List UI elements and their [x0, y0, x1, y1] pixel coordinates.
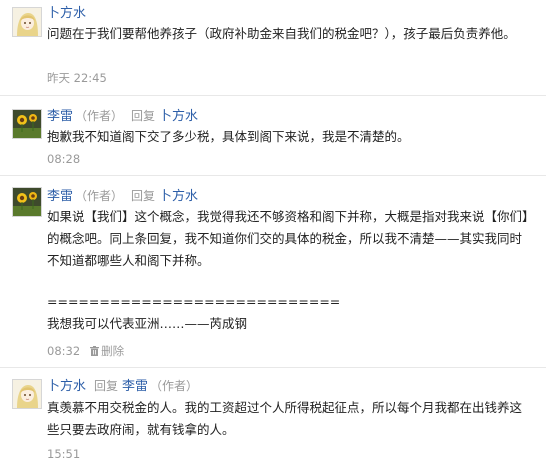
author-name[interactable]: 卜方水 [47, 379, 86, 394]
reply-label: 回复 [131, 189, 156, 203]
comment-body: 问题在于我们要帮他养孩子（政府补助金来自我们的税金吧？），孩子最后负责养他。 [47, 23, 533, 45]
comment-time: 08:32 [47, 344, 81, 358]
reply-target-name[interactable]: 卜方水 [159, 189, 198, 204]
anime-girl-avatar-icon [13, 380, 41, 408]
comment-text: 我想我可以代表亚洲……——芮成钢 [47, 316, 248, 331]
comment-body: 如果说【我们】这个概念，我觉得我还不够资格和阁下并称，大概是指对我来说【你们】的… [47, 206, 533, 335]
reply-target-name[interactable]: 李雷 [122, 379, 148, 394]
comment-body: 抱歉我不知道阁下交了多少税，具体到阁下来说，我是不清楚的。 [47, 126, 533, 148]
author-role-tag: （作者） [75, 109, 124, 123]
comment-header: 李雷 （作者） 回复 卜方水 [47, 108, 198, 125]
comment-meta: 昨天 22:45 [47, 71, 107, 85]
comment-time: 15:51 [47, 447, 81, 461]
delete-button[interactable]: 删除 [90, 344, 124, 358]
comment-meta: 08:32 删除 [47, 344, 124, 358]
comment-time: 昨天 22:45 [47, 71, 107, 85]
author-name[interactable]: 卜方水 [47, 6, 86, 21]
comment-header: 李雷 （作者） 回复 卜方水 [47, 188, 198, 205]
author-name[interactable]: 李雷 [47, 189, 73, 204]
comment-text: 抱歉我不知道阁下交了多少税，具体到阁下来说，我是不清楚的。 [47, 129, 410, 144]
comment-body: 真羡慕不用交税金的人。我的工资超过个人所得税起征点，所以每个月我都在出钱养这些只… [47, 397, 533, 441]
comment-text: 真羡慕不用交税金的人。我的工资超过个人所得税起征点，所以每个月我都在出钱养这些只… [47, 400, 523, 437]
reply-label: 回复 [94, 379, 119, 393]
reply-target-role-tag: （作者） [150, 379, 199, 393]
author-name[interactable]: 李雷 [47, 109, 73, 124]
comment-text: 问题在于我们要帮他养孩子（政府补助金来自我们的税金吧？），孩子最后负责养他。 [47, 26, 516, 41]
comment-header: 卜方水 回复 李雷 （作者） [47, 378, 198, 395]
user-avatar[interactable] [12, 187, 42, 217]
anime-girl-avatar-icon [13, 8, 41, 36]
author-role-tag: （作者） [75, 189, 124, 203]
comment-time: 08:28 [47, 152, 81, 166]
sunflower-avatar-icon [13, 188, 41, 216]
user-avatar[interactable] [12, 379, 42, 409]
comment-text: ============================ [47, 294, 341, 309]
trash-icon [90, 346, 100, 356]
divider [0, 175, 546, 176]
user-avatar[interactable] [12, 109, 42, 139]
sunflower-avatar-icon [13, 110, 41, 138]
divider [0, 367, 546, 368]
user-avatar[interactable] [12, 7, 42, 37]
reply-label: 回复 [131, 109, 156, 123]
delete-label: 删除 [101, 344, 125, 358]
comment-text: 如果说【我们】这个概念，我觉得我还不够资格和阁下并称，大概是指对我来说【你们】的… [47, 209, 529, 268]
reply-target-name[interactable]: 卜方水 [159, 109, 198, 124]
comment-meta: 15:51 [47, 447, 80, 461]
comment-header: 卜方水 [47, 5, 86, 22]
divider [0, 95, 546, 96]
comment-meta: 08:28 [47, 152, 80, 166]
